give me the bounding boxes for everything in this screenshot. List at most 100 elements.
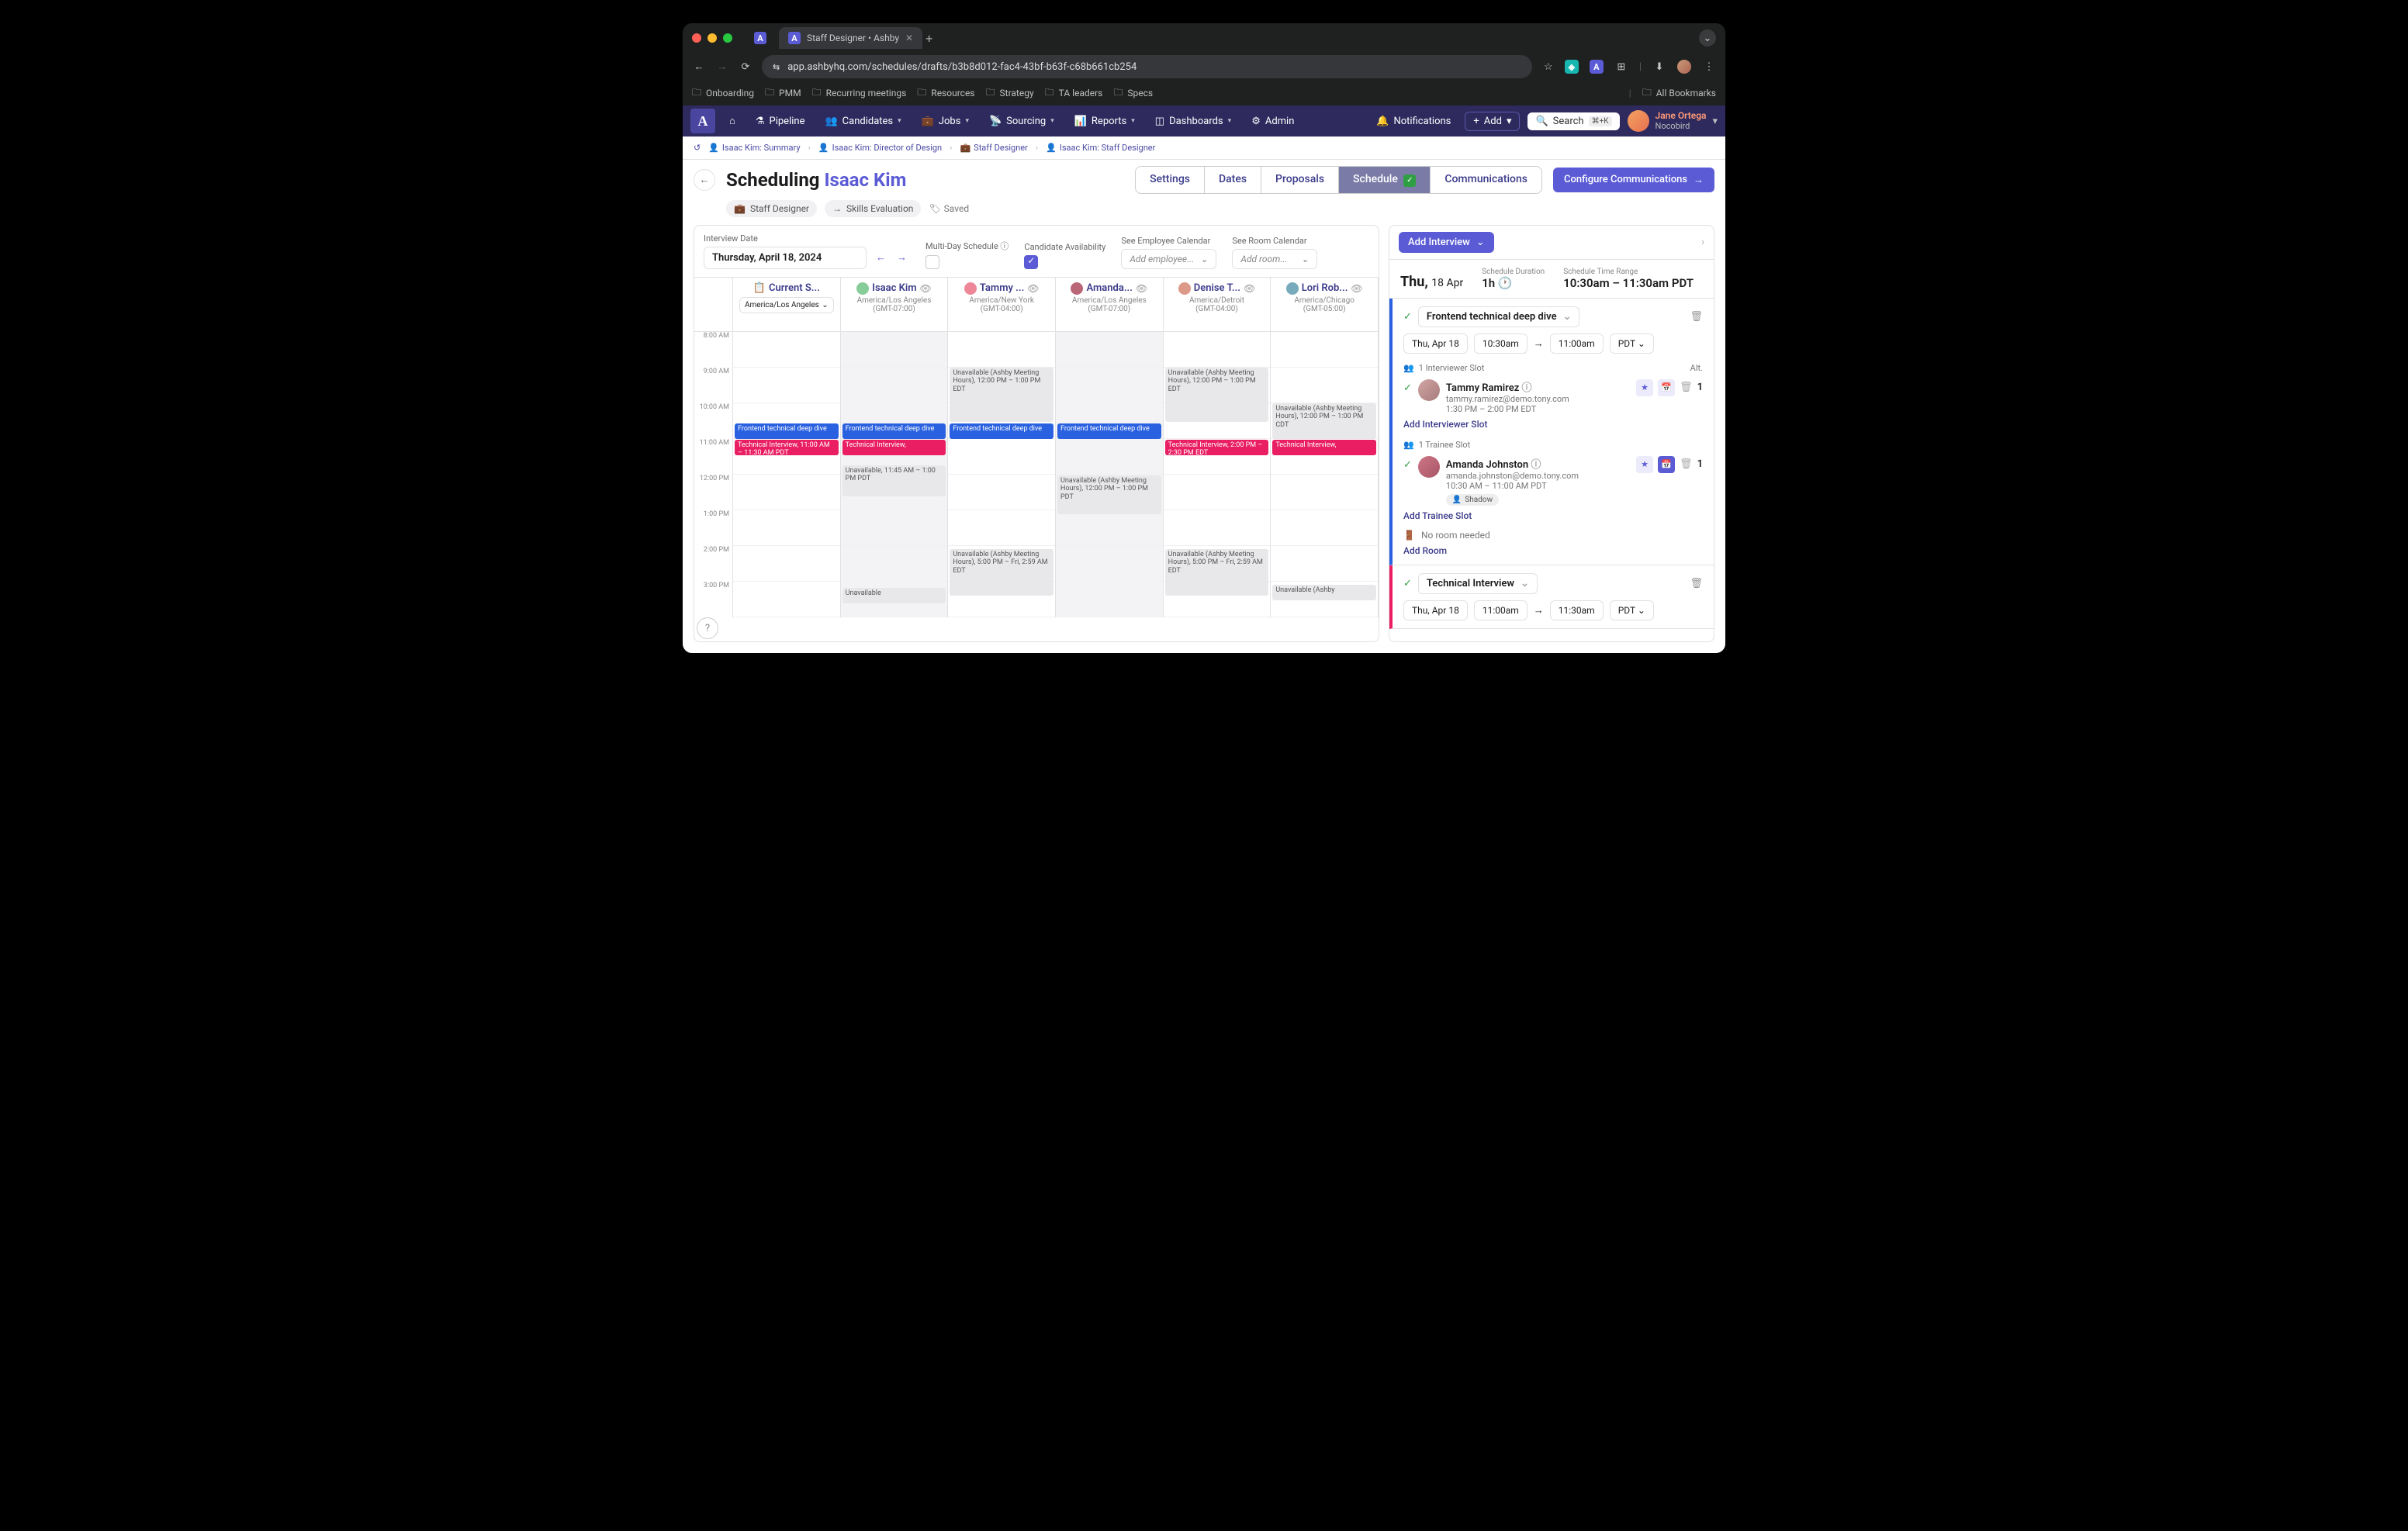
nav-candidates[interactable]: 👥 Candidates ▾: [818, 112, 907, 130]
close-icon[interactable]: ✕: [905, 33, 913, 43]
day-column[interactable]: Frontend technical deep dive Unavailable …: [1056, 332, 1164, 617]
day-column[interactable]: Unavailable (Ashby Meeting Hours), 12:00…: [1271, 332, 1379, 617]
calendar-event[interactable]: Unavailable: [842, 588, 946, 603]
delete-icon[interactable]: 🗑: [1690, 311, 1703, 323]
tz-select[interactable]: PDT ⌄: [1610, 334, 1654, 354]
nav-sourcing[interactable]: 📡 Sourcing ▾: [983, 112, 1060, 130]
bookmark-folder[interactable]: 🗀 Specs: [1113, 85, 1153, 102]
step-communications[interactable]: Communications: [1431, 167, 1541, 193]
nav-admin[interactable]: ⚙ Admin: [1245, 112, 1300, 130]
add-room-select[interactable]: Add room... ⌄: [1232, 249, 1317, 269]
notifications-button[interactable]: 🔔 Notifications: [1370, 112, 1457, 130]
calendar-event[interactable]: Unavailable (Ashby Meeting Hours), 5:00 …: [1165, 549, 1269, 596]
extensions-icon[interactable]: ⊞: [1614, 61, 1628, 73]
calendar-event[interactable]: Unavailable (Ashby Meeting Hours), 12:00…: [950, 368, 1054, 422]
calendar-scroll[interactable]: 📋 Current S... America/Los Angeles⌄ Isaa…: [694, 278, 1379, 642]
add-interview-button[interactable]: Add Interview ⌄: [1399, 232, 1494, 253]
visibility-icon[interactable]: 👁: [920, 283, 932, 294]
profile-avatar[interactable]: [1677, 60, 1691, 74]
day-column[interactable]: Frontend technical deep diveTechnical In…: [733, 332, 841, 617]
date-input[interactable]: Thu, Apr 18: [1403, 600, 1468, 620]
add-room-link[interactable]: Add Room: [1403, 545, 1447, 556]
add-trainee-slot-link[interactable]: Add Trainee Slot: [1403, 510, 1472, 521]
visibility-icon[interactable]: 👁: [1027, 283, 1039, 294]
bookmark-folder[interactable]: 🗀 PMM: [765, 85, 801, 102]
all-bookmarks[interactable]: 🗀 All Bookmarks: [1642, 85, 1716, 102]
home-icon[interactable]: ⌂: [723, 112, 742, 130]
user-menu[interactable]: Jane OrtegaNocobird ▾: [1628, 110, 1718, 132]
breadcrumb-link[interactable]: 👤 Isaac Kim: Summary: [708, 143, 800, 153]
nav-dashboards[interactable]: ◫ Dashboards ▾: [1149, 112, 1237, 130]
delete-icon[interactable]: 🗑: [1690, 578, 1703, 589]
calendar-event[interactable]: Frontend technical deep dive: [842, 423, 946, 439]
bookmark-folder[interactable]: 🗀 TA leaders: [1045, 85, 1103, 102]
nav-reports[interactable]: 📊 Reports ▾: [1068, 112, 1141, 130]
calendar-event[interactable]: Unavailable, 11:45 AM – 1:00 PM PDT: [842, 465, 946, 496]
calendar-icon[interactable]: 📅: [1658, 379, 1675, 396]
delete-icon[interactable]: 🗑: [1680, 382, 1693, 393]
calendar-event[interactable]: Unavailable (Ashby: [1272, 585, 1376, 600]
info-icon[interactable]: ⓘ: [1531, 459, 1541, 471]
calendar-event[interactable]: Unavailable (Ashby Meeting Hours), 5:00 …: [950, 549, 1054, 596]
back-button[interactable]: ←: [694, 169, 715, 191]
app-logo[interactable]: A: [690, 109, 715, 133]
history-icon[interactable]: ↺: [694, 143, 701, 153]
prev-day-button[interactable]: ←: [873, 248, 889, 267]
breadcrumb-link[interactable]: 👤 Isaac Kim: Director of Design: [818, 143, 942, 153]
step-dates[interactable]: Dates: [1205, 167, 1261, 193]
back-icon[interactable]: ←: [692, 60, 706, 73]
browser-tab-active[interactable]: A Staff Designer • Ashby ✕: [779, 27, 922, 49]
add-button[interactable]: + Add ▾: [1465, 112, 1520, 131]
candidate-availability-checkbox[interactable]: [1024, 255, 1038, 269]
browser-tab[interactable]: A: [745, 27, 776, 49]
step-settings[interactable]: Settings: [1136, 167, 1205, 193]
breadcrumb-link[interactable]: 💼 Staff Designer: [960, 143, 1027, 153]
start-time-input[interactable]: 11:00am: [1474, 600, 1527, 620]
step-proposals[interactable]: Proposals: [1261, 167, 1339, 193]
visibility-icon[interactable]: 👁: [1244, 283, 1255, 294]
new-tab-button[interactable]: +: [925, 31, 932, 46]
help-button[interactable]: ?: [697, 617, 718, 639]
visibility-icon[interactable]: 👁: [1351, 283, 1362, 294]
extension-icon[interactable]: ◈: [1565, 60, 1579, 74]
bookmark-folder[interactable]: 🗀 Resources: [917, 85, 974, 102]
end-time-input[interactable]: 11:00am: [1550, 334, 1604, 354]
calendar-event[interactable]: Technical Interview,: [1272, 440, 1376, 455]
start-time-input[interactable]: 10:30am: [1474, 334, 1527, 354]
extension-icon[interactable]: A: [1590, 60, 1604, 74]
bookmark-folder[interactable]: 🗀 Onboarding: [692, 85, 754, 102]
end-time-input[interactable]: 11:30am: [1550, 600, 1604, 620]
day-column[interactable]: Unavailable (Ashby Meeting Hours), 12:00…: [1164, 332, 1271, 617]
delete-icon[interactable]: 🗑: [1680, 458, 1693, 470]
job-chip[interactable]: 💼 Staff Designer: [726, 200, 817, 217]
star-icon[interactable]: ☆: [1541, 61, 1555, 73]
tz-select[interactable]: PDT ⌄: [1610, 600, 1654, 620]
star-icon[interactable]: ★: [1636, 456, 1653, 473]
chevron-down-icon[interactable]: ⌄: [1699, 29, 1716, 47]
bookmark-folder[interactable]: 🗀 Strategy: [986, 85, 1034, 102]
calendar-event[interactable]: Frontend technical deep dive: [735, 423, 839, 439]
forward-icon[interactable]: →: [715, 60, 729, 73]
nav-jobs[interactable]: 💼 Jobs ▾: [915, 112, 975, 130]
visibility-icon[interactable]: 👁: [1136, 283, 1147, 294]
search-button[interactable]: 🔍 Search ⌘+K: [1527, 112, 1619, 130]
add-interviewer-slot-link[interactable]: Add Interviewer Slot: [1403, 419, 1487, 430]
calendar-event[interactable]: Technical Interview, 2:00 PM – 2:30 PM E…: [1165, 440, 1269, 455]
reload-icon[interactable]: ⟳: [739, 61, 752, 73]
window-controls[interactable]: [692, 33, 732, 43]
expand-icon[interactable]: ›: [1701, 237, 1704, 248]
day-column[interactable]: Unavailable (Ashby Meeting Hours), 12:00…: [948, 332, 1056, 617]
calendar-event[interactable]: Unavailable (Ashby Meeting Hours), 12:00…: [1165, 368, 1269, 422]
multi-day-checkbox[interactable]: [925, 255, 939, 269]
calendar-icon[interactable]: 📅: [1658, 456, 1675, 473]
timezone-select[interactable]: America/Los Angeles⌄: [739, 297, 834, 313]
calendar-event[interactable]: Unavailable (Ashby Meeting Hours), 12:00…: [1057, 475, 1161, 514]
calendar-event[interactable]: Frontend technical deep dive: [950, 423, 1054, 439]
step-schedule[interactable]: Schedule ✓: [1339, 167, 1431, 193]
calendar-event[interactable]: Technical Interview, 11:00 AM – 11:30 AM…: [735, 440, 839, 455]
nav-pipeline[interactable]: ⚗ Pipeline: [749, 112, 811, 130]
day-column[interactable]: Frontend technical deep diveTechnical In…: [841, 332, 949, 617]
interview-title-select[interactable]: Frontend technical deep dive ⌄: [1418, 306, 1580, 327]
next-day-button[interactable]: →: [894, 248, 910, 267]
calendar-event[interactable]: Frontend technical deep dive: [1057, 423, 1161, 439]
